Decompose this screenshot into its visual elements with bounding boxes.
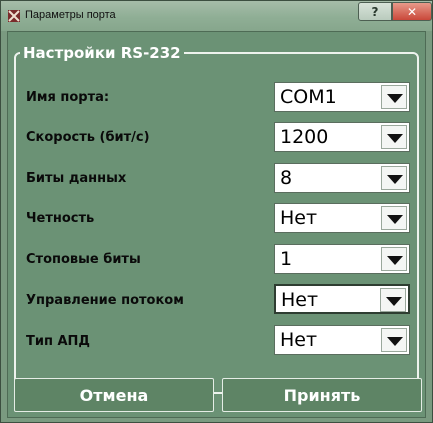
dce-type-value: Нет xyxy=(280,329,318,351)
parity-select[interactable]: Нет xyxy=(274,203,410,233)
group-title: Настройки RS-232 xyxy=(20,44,184,62)
port-settings-dialog: Параметры порта ? ✕ Настройки RS-232 Имя… xyxy=(0,0,433,423)
flow-control-select[interactable]: Нет xyxy=(274,284,410,314)
chevron-down-icon xyxy=(386,297,402,306)
accept-button[interactable]: Принять xyxy=(222,378,422,412)
app-icon xyxy=(8,10,20,22)
baud-rate-value: 1200 xyxy=(280,126,329,148)
dce-type-label: Тип АПД xyxy=(26,334,91,349)
flow-control-value: Нет xyxy=(281,289,319,311)
baud-rate-label: Скорость (бит/с) xyxy=(26,130,150,145)
chevron-down-icon xyxy=(387,134,403,143)
window-title: Параметры порта xyxy=(25,9,116,21)
parity-label: Четность xyxy=(26,211,95,226)
port-name-value: COM1 xyxy=(280,86,337,108)
dialog-body: Настройки RS-232 Имя порта: COM1 Скорост… xyxy=(7,31,426,418)
parity-dropdown-button[interactable] xyxy=(381,206,407,230)
cancel-button[interactable]: Отмена xyxy=(14,378,214,412)
dce-type-dropdown-button[interactable] xyxy=(381,328,407,352)
close-button[interactable]: ✕ xyxy=(392,2,432,21)
data-bits-select[interactable]: 8 xyxy=(274,163,410,193)
port-name-label: Имя порта: xyxy=(26,90,110,105)
chevron-down-icon xyxy=(387,337,403,346)
data-bits-label: Биты данных xyxy=(26,171,127,186)
port-name-select[interactable]: COM1 xyxy=(274,82,410,112)
chevron-down-icon xyxy=(387,94,403,103)
stop-bits-label: Стоповые биты xyxy=(26,252,141,267)
close-icon: ✕ xyxy=(406,4,418,19)
chevron-down-icon xyxy=(387,175,403,184)
flow-control-dropdown-button[interactable] xyxy=(380,288,406,312)
chevron-down-icon xyxy=(387,215,403,224)
data-bits-value: 8 xyxy=(280,167,293,189)
baud-rate-dropdown-button[interactable] xyxy=(381,125,407,149)
port-name-dropdown-button[interactable] xyxy=(381,85,407,109)
data-bits-dropdown-button[interactable] xyxy=(381,166,407,190)
stop-bits-select[interactable]: 1 xyxy=(274,244,410,274)
help-button[interactable]: ? xyxy=(358,2,392,21)
stop-bits-value: 1 xyxy=(280,248,293,270)
parity-value: Нет xyxy=(280,207,318,229)
help-icon: ? xyxy=(371,4,379,19)
chevron-down-icon xyxy=(387,256,403,265)
dce-type-select[interactable]: Нет xyxy=(274,325,410,355)
title-bar: Параметры порта ? ✕ xyxy=(1,1,432,31)
baud-rate-select[interactable]: 1200 xyxy=(274,122,410,152)
flow-control-label: Управление потоком xyxy=(26,293,184,308)
stop-bits-dropdown-button[interactable] xyxy=(381,247,407,271)
